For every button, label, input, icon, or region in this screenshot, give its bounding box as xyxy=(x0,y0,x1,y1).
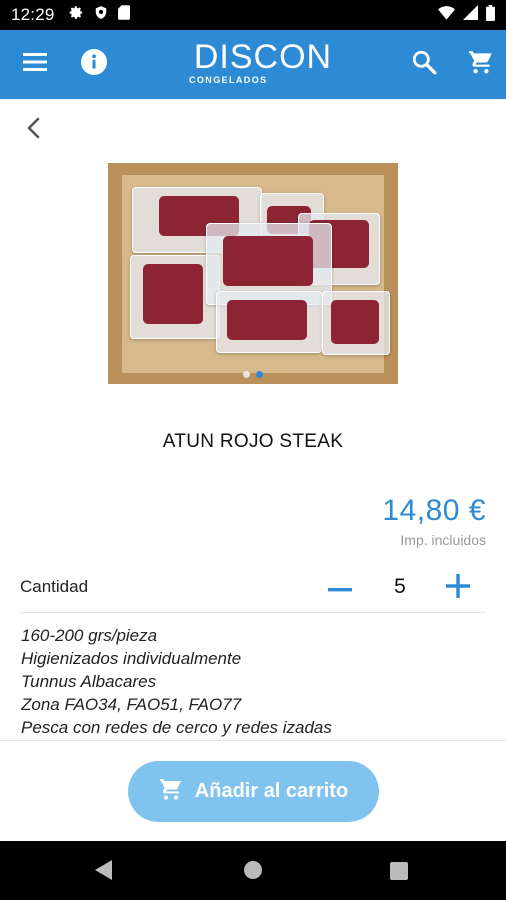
cart-button[interactable] xyxy=(457,30,505,99)
add-to-cart-label: Añadir al carrito xyxy=(194,780,349,802)
cart-icon xyxy=(468,49,494,80)
cart-button-icon xyxy=(159,777,183,807)
quantity-row: Cantidad 5 xyxy=(20,566,486,613)
quantity-label: Cantidad xyxy=(20,577,89,596)
carousel-dot[interactable] xyxy=(256,371,263,378)
shield-icon xyxy=(94,5,108,25)
app-bar: DISCON CONGELADOS xyxy=(0,30,506,99)
info-icon xyxy=(81,49,107,80)
nav-recents-icon[interactable] xyxy=(390,862,408,885)
signal-icon xyxy=(463,5,478,25)
description-line: Tunnus Albacares xyxy=(21,672,157,691)
description-line: Pesca con redes de cerco y redes izadas xyxy=(21,718,332,737)
back-arrow-icon xyxy=(26,117,40,144)
product-price: 14,80 € xyxy=(382,494,486,527)
description-line: Zona FAO34, FAO51, FAO77 xyxy=(21,695,242,714)
wifi-icon xyxy=(438,5,455,25)
carousel-dot[interactable] xyxy=(243,371,250,378)
back-button[interactable] xyxy=(18,115,48,145)
tuna-pack xyxy=(216,291,322,353)
status-time: 12:29 xyxy=(11,5,55,24)
carousel-indicators xyxy=(108,371,398,378)
nav-back-icon[interactable] xyxy=(94,859,114,886)
settings-icon xyxy=(69,5,84,25)
product-description: 160-200 grs/pieza Higienizados individua… xyxy=(21,624,491,739)
minus-icon xyxy=(328,579,352,597)
sd-card-icon xyxy=(117,5,130,25)
footer-bar: Añadir al carrito xyxy=(0,740,506,842)
product-title: ATUN ROJO STEAK xyxy=(162,431,344,452)
info-button[interactable] xyxy=(70,30,118,99)
logo-wordmark: DISCON xyxy=(193,38,333,76)
tuna-pack xyxy=(322,291,390,355)
quantity-value: 5 xyxy=(394,575,406,598)
brand-logo: DISCON CONGELADOS xyxy=(183,39,343,91)
status-bar: 12:29 xyxy=(0,0,506,30)
logo-subtitle: CONGELADOS xyxy=(189,75,268,85)
nav-home-icon[interactable] xyxy=(243,860,263,885)
menu-icon xyxy=(23,53,47,76)
add-to-cart-button[interactable]: Añadir al carrito xyxy=(128,761,379,822)
quantity-decrease-button[interactable] xyxy=(322,568,358,608)
plus-icon xyxy=(446,573,470,603)
tax-note: Imp. incluidos xyxy=(400,532,486,548)
description-line: Higienizados individualmente xyxy=(21,649,242,668)
search-icon xyxy=(411,49,437,80)
quantity-increase-button[interactable] xyxy=(440,568,476,608)
search-button[interactable] xyxy=(400,30,448,99)
description-line: 160-200 grs/pieza xyxy=(21,626,158,645)
system-nav-bar xyxy=(0,841,506,900)
battery-icon xyxy=(486,4,495,26)
product-image-carousel[interactable] xyxy=(108,163,398,384)
menu-button[interactable] xyxy=(11,30,59,99)
